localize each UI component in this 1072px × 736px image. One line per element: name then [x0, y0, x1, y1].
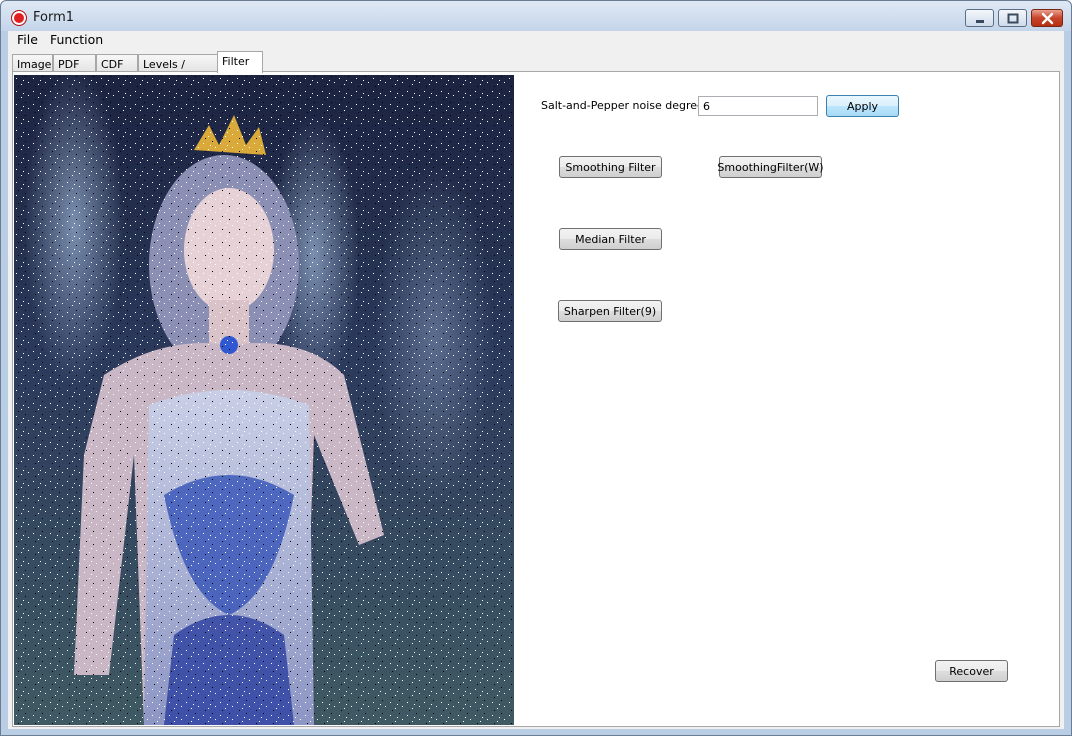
- maximize-icon: [1007, 13, 1019, 24]
- tab-label: PDF: [58, 58, 80, 71]
- tab-levels-curve[interactable]: Levels / Curve: [138, 54, 218, 84]
- client-area: Image PDF CDF Levels / Curve Filter: [8, 49, 1064, 729]
- tab-pdf[interactable]: PDF: [53, 54, 96, 72]
- tab-cdf[interactable]: CDF: [96, 54, 138, 72]
- sharpen-filter-button[interactable]: Sharpen Filter(9): [558, 300, 662, 322]
- median-filter-button[interactable]: Median Filter: [559, 228, 662, 250]
- recover-button-label: Recover: [949, 664, 994, 678]
- noisy-portrait-image: [14, 75, 514, 725]
- minimize-icon: [976, 20, 984, 23]
- apply-button-label: Apply: [846, 99, 879, 113]
- app-icon: [11, 10, 27, 26]
- menu-file[interactable]: File: [17, 32, 38, 47]
- maximize-button[interactable]: [998, 9, 1027, 27]
- menu-bar: File Function: [8, 31, 1064, 49]
- tab-filter[interactable]: Filter: [217, 51, 263, 73]
- close-button[interactable]: [1031, 9, 1063, 27]
- tab-image[interactable]: Image: [12, 54, 53, 72]
- noise-degree-input[interactable]: 6: [698, 96, 818, 116]
- smoothing-filter-button[interactable]: Smoothing Filter: [559, 156, 662, 178]
- tab-label: Filter: [222, 55, 250, 68]
- sharpen-filter-label: Sharpen Filter(9): [563, 304, 657, 318]
- tab-label: CDF: [101, 58, 124, 71]
- noise-degree-label: Salt-and-Pepper noise degree :: [541, 99, 711, 112]
- window-title: Form1: [33, 10, 75, 25]
- title-bar[interactable]: Form1: [1, 1, 1071, 31]
- apply-button[interactable]: Apply: [826, 95, 899, 117]
- median-filter-label: Median Filter: [575, 232, 646, 246]
- smoothing-filter-w-button[interactable]: SmoothingFilter(W): [717, 156, 824, 178]
- recover-button[interactable]: Recover: [935, 660, 1008, 682]
- filter-tab-panel: Salt-and-Pepper noise degree : 6 Apply S…: [12, 71, 1060, 727]
- close-icon: [1041, 12, 1054, 25]
- tab-label: Image: [17, 58, 52, 71]
- menu-function[interactable]: Function: [50, 32, 103, 47]
- minimize-button[interactable]: [965, 9, 994, 27]
- smoothing-filter-w-label: SmoothingFilter(W): [717, 160, 824, 174]
- app-window: Form1 File Function Image PDF CDF Levels…: [0, 0, 1072, 736]
- smoothing-filter-label: Smoothing Filter: [565, 160, 656, 174]
- image-preview: [14, 75, 514, 725]
